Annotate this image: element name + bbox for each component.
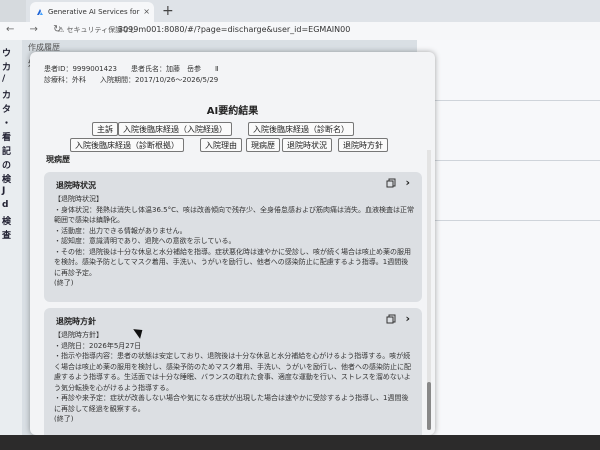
azure-favicon-icon xyxy=(37,9,43,15)
card-discharge-plan: 退院時方針 › 【退院時方針】 ・退院日：2026年5月27日 ・指示や指導内容… xyxy=(44,308,422,435)
strip-char: ウ xyxy=(2,49,12,59)
right-page-area xyxy=(417,40,600,435)
strip-char: 査 xyxy=(2,231,12,241)
new-tab-button[interactable]: + xyxy=(162,2,174,20)
card-body: 【退院時状況】 ・身体状況：発熱は消失し体温36.5°C、咳は改善傾向で残存少、… xyxy=(54,194,414,289)
strip-char: 記 xyxy=(2,147,12,157)
card-title: 退院時状況 xyxy=(56,181,96,190)
card-line: 【退院時状況】 xyxy=(54,195,103,203)
card-line: ・退院日：2026年5月27日 xyxy=(54,341,142,350)
strip-char: 看 xyxy=(2,133,12,143)
strip-char: タ xyxy=(2,105,12,115)
strip-char: J xyxy=(2,186,6,196)
patient-info: 患者ID：9999001423 患者氏名：加藤 岳参 Ⅱ 診療科：外科 入院期間… xyxy=(44,64,218,86)
ai-summary-modal: 患者ID：9999001423 患者氏名：加藤 岳参 Ⅱ 診療科：外科 入院期間… xyxy=(30,52,435,435)
tab-chief-complaint[interactable]: 主訴 xyxy=(92,122,118,136)
card-line: (終了) xyxy=(54,415,74,423)
strip-char: ・ xyxy=(2,119,12,129)
card-line: ・指示や指導内容：患者の状態は安定しており、退院後は十分な休息と水分補給を心がけ… xyxy=(54,352,411,392)
copy-icon[interactable] xyxy=(386,314,396,324)
tab-close-icon[interactable]: × xyxy=(143,2,150,22)
patient-id-line: 患者ID：9999001423 患者氏名：加藤 岳参 Ⅱ xyxy=(44,65,219,73)
strip-char: 検 xyxy=(2,175,12,185)
patient-dept-line: 診療科：外科 入院期間：2017/10/26〜2026/5/29 xyxy=(44,76,219,84)
card-discharge-status: 退院時状況 › 【退院時状況】 ・身体状況：発熱は消失し体温36.5°C、咳は改… xyxy=(44,172,422,302)
tab-strip-left xyxy=(0,0,26,22)
browser-tab[interactable]: Generative AI Services for Healthc × xyxy=(30,2,154,22)
chevron-right-icon[interactable]: › xyxy=(405,176,410,189)
scrollbar-thumb[interactable] xyxy=(427,382,431,430)
tab-course-diagnosis[interactable]: 入院後臨床経過（診断名） xyxy=(248,122,354,136)
browser-tab-bar: Generative AI Services for Healthc × + xyxy=(0,0,600,22)
strip-char: / xyxy=(2,74,6,84)
card-line: ・身体状況：発熱は消失し体温36.5°C、咳は改善傾向で残存少、全身倦怠感および… xyxy=(54,205,414,225)
tab-title: Generative AI Services for Healthc xyxy=(48,8,140,16)
chevron-right-icon[interactable]: › xyxy=(405,312,410,325)
strip-char: の xyxy=(2,161,12,171)
address-bar: ← → ↻ ⚠ セキュリティ保護なし 3099m001:8080/#/?page… xyxy=(0,22,600,41)
monitor-bezel xyxy=(0,435,600,450)
card-title: 退院時方針 xyxy=(56,317,96,326)
strip-char: カ xyxy=(2,91,12,101)
card-line: ・活動度：出力できる情報がありません。 xyxy=(54,226,187,235)
card-line: 【退院時方針】 xyxy=(54,331,103,339)
card-body: 【退院時方針】 ・退院日：2026年5月27日 ・指示や指導内容：患者の状態は安… xyxy=(54,330,414,425)
card-line: (終了) xyxy=(54,279,74,287)
copy-icon[interactable] xyxy=(386,178,396,188)
strip-char: 検 xyxy=(2,217,12,227)
card-line: ・再診や来予定：症状が改善しない場合や気になる症状が出現した場合は速やかに受診す… xyxy=(54,394,409,413)
section-present-illness: 現病歴 xyxy=(46,155,70,164)
card-line: ・その他：退院後は十分な休息と水分補給を指導。症状悪化時は速やかに受診し、咳が続… xyxy=(54,247,411,277)
strip-char: d xyxy=(2,200,9,210)
card-line: ・認知度：意識清明であり、退院への意欲を示している。 xyxy=(54,237,236,245)
left-window-strip: ウカ / カタ・看記の検 Jd 検査 xyxy=(0,40,22,435)
tab-course-progress[interactable]: 入院後臨床経過（入院経過） xyxy=(118,122,232,136)
modal-title: AI要約結果 xyxy=(206,106,259,117)
strip-char: カ xyxy=(2,63,12,73)
url-field[interactable]: 3099m001:8080/#/?page=discharge&user_id=… xyxy=(118,25,350,34)
summary-scroll-area[interactable]: 現病歴 退院時状況 › 【退院時状況】 ・身体状況：発熱は消失し体温36.5°C… xyxy=(38,150,430,435)
